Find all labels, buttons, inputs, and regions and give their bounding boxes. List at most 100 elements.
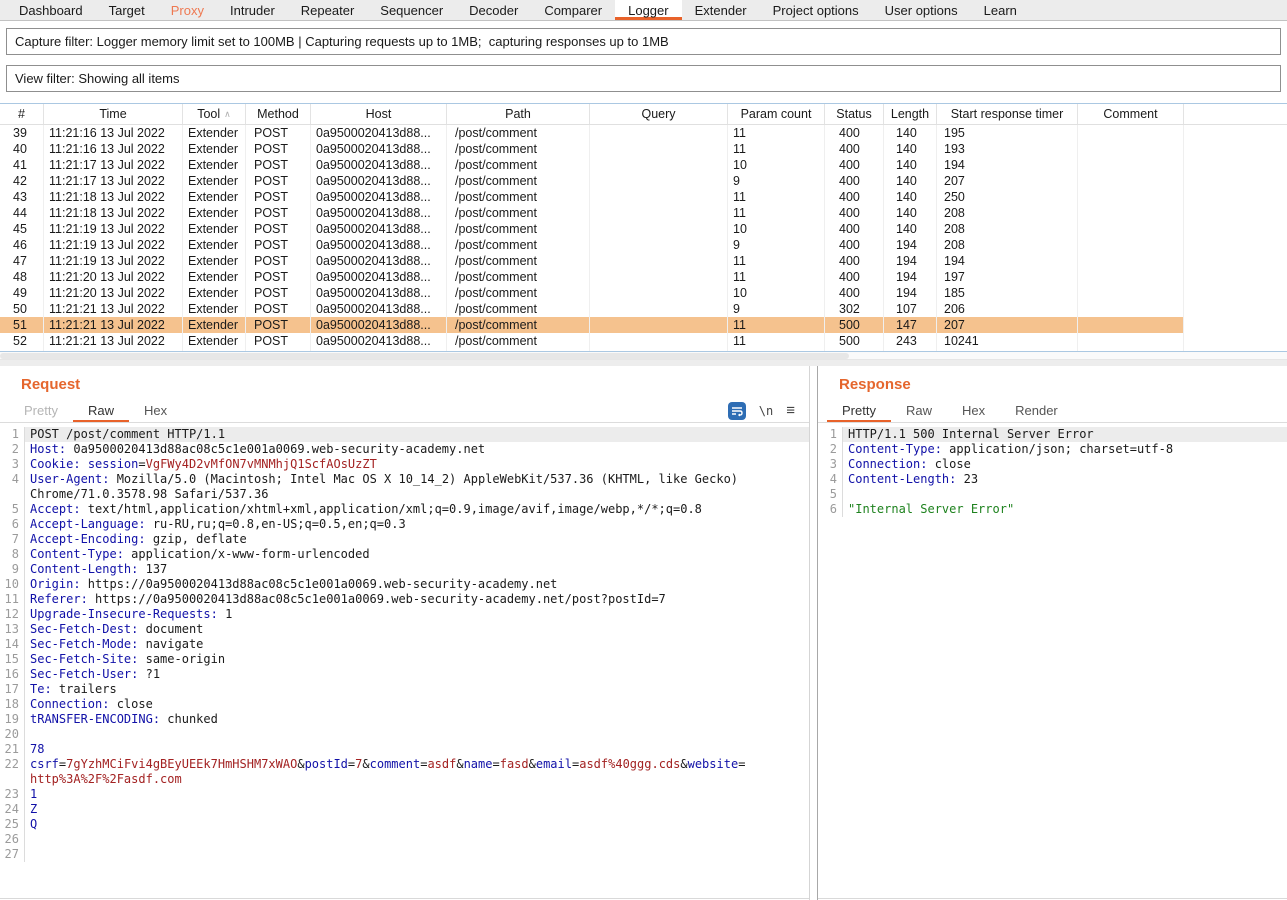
column-header-status[interactable]: Status: [825, 104, 884, 124]
log-row-51[interactable]: 5111:21:21 13 Jul 2022ExtenderPOST0a9500…: [0, 317, 1287, 333]
tab-hex[interactable]: Hex: [129, 400, 182, 422]
menu-tab-decoder[interactable]: Decoder: [456, 0, 531, 20]
view-filter-bar[interactable]: View filter: Showing all items: [6, 65, 1281, 92]
menu-tab-project-options[interactable]: Project options: [760, 0, 872, 20]
word-wrap-icon[interactable]: [728, 402, 746, 420]
log-row-46[interactable]: 4611:21:19 13 Jul 2022ExtenderPOST0a9500…: [0, 237, 1287, 253]
menu-tab-comparer[interactable]: Comparer: [531, 0, 615, 20]
tab-pretty[interactable]: Pretty: [9, 400, 73, 422]
log-row-41[interactable]: 4111:21:17 13 Jul 2022ExtenderPOST0a9500…: [0, 157, 1287, 173]
tab-raw[interactable]: Raw: [891, 400, 947, 422]
menu-tab-target[interactable]: Target: [96, 0, 158, 20]
cell: 194: [884, 269, 937, 285]
column-header-method[interactable]: Method: [246, 104, 311, 124]
tab-raw[interactable]: Raw: [73, 400, 129, 422]
cell: 140: [884, 221, 937, 237]
menu-tab-intruder[interactable]: Intruder: [217, 0, 288, 20]
scrollbar-thumb[interactable]: [0, 353, 849, 359]
cell: POST: [246, 141, 311, 157]
column-header-param-count[interactable]: Param count: [728, 104, 825, 124]
log-row-53[interactable]: 5311:21:22 13 Jul 2022ExtenderPOST0a9500…: [0, 349, 1287, 351]
cell: 47: [0, 253, 44, 269]
log-row-49[interactable]: 4911:21:20 13 Jul 2022ExtenderPOST0a9500…: [0, 285, 1287, 301]
column-header-time[interactable]: Time: [44, 104, 183, 124]
menu-tab-learn[interactable]: Learn: [971, 0, 1030, 20]
cell: 0a9500020413d88...: [311, 285, 447, 301]
column-header-host[interactable]: Host: [311, 104, 447, 124]
editor-line: 20: [0, 727, 809, 742]
cell: POST: [246, 205, 311, 221]
tab-hex[interactable]: Hex: [947, 400, 1000, 422]
log-row-40[interactable]: 4011:21:16 13 Jul 2022ExtenderPOST0a9500…: [0, 141, 1287, 157]
cell: 140: [884, 205, 937, 221]
tab-pretty[interactable]: Pretty: [827, 400, 891, 422]
log-row-47[interactable]: 4711:21:19 13 Jul 2022ExtenderPOST0a9500…: [0, 253, 1287, 269]
cell: 0a9500020413d88...: [311, 349, 447, 351]
cell: Extender: [183, 221, 246, 237]
request-editor[interactable]: 1POST /post/comment HTTP/1.12Host: 0a950…: [0, 423, 809, 899]
menu-tab-proxy[interactable]: Proxy: [158, 0, 217, 20]
menu-tab-user-options[interactable]: User options: [872, 0, 971, 20]
log-row-44[interactable]: 4411:21:18 13 Jul 2022ExtenderPOST0a9500…: [0, 205, 1287, 221]
cell: 107: [884, 301, 937, 317]
menu-tab-sequencer[interactable]: Sequencer: [367, 0, 456, 20]
cell: POST: [246, 301, 311, 317]
cell: 41: [0, 157, 44, 173]
log-row-45[interactable]: 4511:21:19 13 Jul 2022ExtenderPOST0a9500…: [0, 221, 1287, 237]
menu-icon[interactable]: ≡: [786, 404, 795, 418]
column-header-comment[interactable]: Comment: [1078, 104, 1184, 124]
cell: [1184, 333, 1287, 349]
table-horizontal-scrollbar[interactable]: [0, 352, 1287, 360]
line-number: 20: [0, 727, 24, 742]
cell: 400: [825, 269, 884, 285]
line-text: Q: [24, 817, 809, 832]
cell: [1184, 253, 1287, 269]
line-number: 2: [818, 442, 842, 457]
cell: POST: [246, 317, 311, 333]
cell: [1078, 237, 1184, 253]
cell: 197: [937, 269, 1078, 285]
log-row-39[interactable]: 3911:21:16 13 Jul 2022ExtenderPOST0a9500…: [0, 125, 1287, 141]
log-row-50[interactable]: 5011:21:21 13 Jul 2022ExtenderPOST0a9500…: [0, 301, 1287, 317]
cell: 11:21:21 13 Jul 2022: [44, 333, 183, 349]
line-text: Origin: https://0a9500020413d88ac08c5c1e…: [24, 577, 809, 592]
cell: Extender: [183, 285, 246, 301]
cell: 195: [937, 125, 1078, 141]
column-header-length[interactable]: Length: [884, 104, 937, 124]
menu-tab-dashboard[interactable]: Dashboard: [6, 0, 96, 20]
cell: 9: [728, 173, 825, 189]
cell: 0a9500020413d88...: [311, 141, 447, 157]
cell: /post/comment: [447, 301, 590, 317]
cell: [590, 285, 728, 301]
cell: 194: [937, 253, 1078, 269]
line-number: 5: [818, 487, 842, 502]
log-row-42[interactable]: 4211:21:17 13 Jul 2022ExtenderPOST0a9500…: [0, 173, 1287, 189]
cell: 207: [937, 317, 1078, 333]
menu-tab-extender[interactable]: Extender: [682, 0, 760, 20]
response-panel: Response PrettyRawHexRender 1HTTP/1.1 50…: [818, 366, 1287, 900]
capture-filter-bar[interactable]: Capture filter: Logger memory limit set …: [6, 28, 1281, 55]
editor-line: 12Upgrade-Insecure-Requests: 1: [0, 607, 809, 622]
log-row-48[interactable]: 4811:21:20 13 Jul 2022ExtenderPOST0a9500…: [0, 269, 1287, 285]
line-number: 15: [0, 652, 24, 667]
cell: POST: [246, 285, 311, 301]
log-row-43[interactable]: 4311:21:18 13 Jul 2022ExtenderPOST0a9500…: [0, 189, 1287, 205]
menu-tab-logger[interactable]: Logger: [615, 0, 681, 20]
cell: 243: [884, 333, 937, 349]
cell: 0a9500020413d88...: [311, 173, 447, 189]
cell: 45: [0, 221, 44, 237]
log-row-52[interactable]: 5211:21:21 13 Jul 2022ExtenderPOST0a9500…: [0, 333, 1287, 349]
column-header-filler: [1184, 104, 1287, 124]
column-header-start-response-timer[interactable]: Start response timer: [937, 104, 1078, 124]
cell: [1184, 301, 1287, 317]
cell: 0a9500020413d88...: [311, 317, 447, 333]
column-header-path[interactable]: Path: [447, 104, 590, 124]
cell: 147: [884, 349, 937, 351]
newline-icon[interactable]: \n: [759, 404, 773, 418]
column-header-[interactable]: #: [0, 104, 44, 124]
column-header-query[interactable]: Query: [590, 104, 728, 124]
response-editor[interactable]: 1HTTP/1.1 500 Internal Server Error2Cont…: [818, 423, 1287, 899]
tab-render[interactable]: Render: [1000, 400, 1073, 422]
column-header-tool[interactable]: Tool∧: [183, 104, 246, 124]
menu-tab-repeater[interactable]: Repeater: [288, 0, 367, 20]
